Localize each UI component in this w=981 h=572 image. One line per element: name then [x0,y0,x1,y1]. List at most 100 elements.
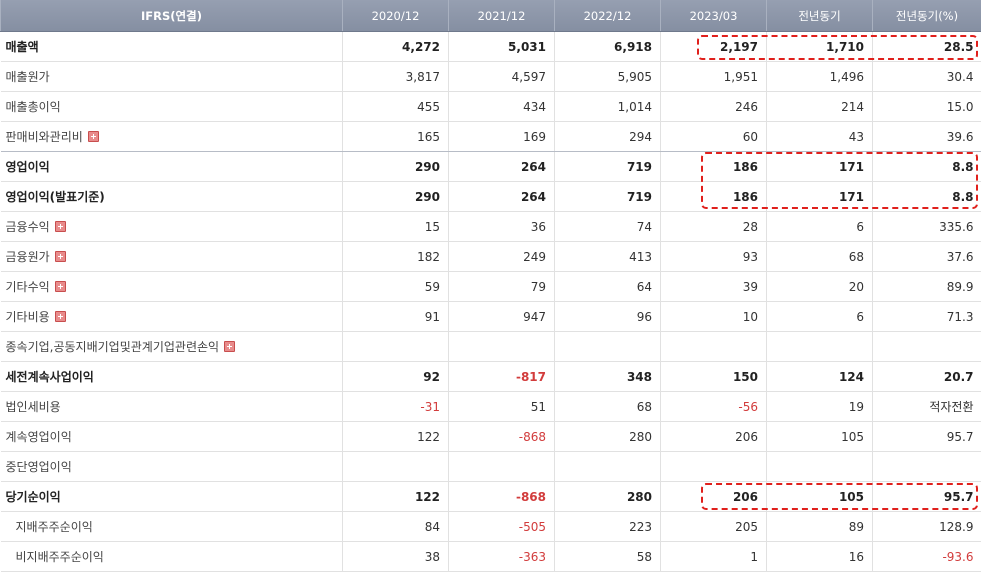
table-cell: 246 [660,91,767,122]
table-cell: 122 [342,421,449,452]
row-label-sga: 판매비와관리비 [0,121,343,152]
expand-plus-icon[interactable] [54,311,66,322]
row-label-other-income: 기타수익 [0,271,343,302]
row-label-text: 금융원가 [5,250,50,264]
expand-plus-icon[interactable] [224,341,236,352]
table-cell: 434 [448,91,555,122]
table-cell: 280 [554,421,661,452]
table-cell: 적자전환 [872,391,981,422]
table-cell: 68 [554,391,661,422]
row-label-revenue: 매출액 [0,31,343,62]
table-row: 금융수익 15 36 74 28 6 335.6 [0,211,981,242]
table-cell: 64 [554,271,661,302]
expand-plus-icon[interactable] [54,251,66,262]
table-cell: 264 [448,181,555,212]
table-cell: -56 [660,391,767,422]
table-cell: 5,905 [554,61,661,92]
table-cell: 3,817 [342,61,449,92]
table-cell: 92 [342,361,449,392]
table-row: 매출원가 3,817 4,597 5,905 1,951 1,496 30.4 [0,61,981,92]
highlight-box-net-income [701,483,978,510]
table-cell: 182 [342,241,449,272]
table-cell: 4,272 [342,31,449,62]
table-cell: 43 [766,121,873,152]
table-cell: 10 [660,301,767,332]
table-cell: 105 [766,421,873,452]
table-cell [766,451,873,482]
expand-plus-icon[interactable] [54,221,66,232]
table-cell: 165 [342,121,449,152]
header-2023-03: 2023/03 [660,0,767,32]
table-cell: 93 [660,241,767,272]
table-cell: 58 [554,541,661,572]
row-label-controlling-net-income: 지배주주순이익 [0,511,343,542]
expand-plus-icon[interactable] [54,281,66,292]
table-cell: 39.6 [872,121,981,152]
table-cell [872,331,981,362]
table-cell: 96 [554,301,661,332]
table-cell: 89 [766,511,873,542]
table-cell: 79 [448,271,555,302]
table-row: 매출총이익 455 434 1,014 246 214 15.0 [0,91,981,122]
row-label-text: 금융수익 [5,220,50,234]
table-cell: 60 [660,121,767,152]
table-cell: 19 [766,391,873,422]
header-2020-12: 2020/12 [342,0,449,32]
table-cell: 20 [766,271,873,302]
table-cell: 214 [766,91,873,122]
table-row: 중단영업이익 [0,451,981,482]
row-label-text: 판매비와관리비 [5,130,83,144]
row-label-continuing-ops: 계속영업이익 [0,421,343,452]
table-row: 종속기업,공동지배기업및관계기업관련손익 [0,331,981,362]
table-cell: 15 [342,211,449,242]
table-cell: -868 [448,481,555,512]
table-cell: 15.0 [872,91,981,122]
row-label-equity-method: 종속기업,공동지배기업및관계기업관련손익 [0,331,343,362]
header-2021-12: 2021/12 [448,0,555,32]
table-cell [660,451,767,482]
table-cell: 205 [660,511,767,542]
table-row: 계속영업이익 122 -868 280 206 105 95.7 [0,421,981,452]
table-cell [766,331,873,362]
table-cell [660,331,767,362]
table-cell: 68 [766,241,873,272]
highlight-box-revenue [697,35,978,60]
table-cell: 249 [448,241,555,272]
table-row: 지배주주순이익 84 -505 223 205 89 128.9 [0,511,981,542]
table-cell: 36 [448,211,555,242]
table-cell: 348 [554,361,661,392]
table-cell: -868 [448,421,555,452]
row-label-text: 기타비용 [5,310,50,324]
table-cell: 1 [660,541,767,572]
table-cell: 4,597 [448,61,555,92]
table-row: 기타수익 59 79 64 39 20 89.9 [0,271,981,302]
expand-plus-icon[interactable] [87,131,99,142]
table-cell: 39 [660,271,767,302]
table-cell: 719 [554,151,661,182]
table-cell [342,331,449,362]
table-cell: 206 [660,421,767,452]
table-cell: 335.6 [872,211,981,242]
row-label-income-tax: 법인세비용 [0,391,343,422]
row-label-operating-income: 영업이익 [0,151,343,182]
table-cell: -505 [448,511,555,542]
table-cell: 1,951 [660,61,767,92]
table-cell: -817 [448,361,555,392]
table-row: 기타비용 91 947 96 10 6 71.3 [0,301,981,332]
table-cell: 30.4 [872,61,981,92]
table-cell: 71.3 [872,301,981,332]
header-2022-12: 2022/12 [554,0,661,32]
table-cell: 290 [342,181,449,212]
row-label-noncontrolling-net-income: 비지배주주순이익 [0,541,343,572]
table-cell: 91 [342,301,449,332]
table-cell: 16 [766,541,873,572]
table-cell: 89.9 [872,271,981,302]
table-cell: 59 [342,271,449,302]
table-cell: 122 [342,481,449,512]
table-cell: 280 [554,481,661,512]
row-label-text: 종속기업,공동지배기업및관계기업관련손익 [5,340,220,354]
row-label-other-expense: 기타비용 [0,301,343,332]
row-label-gross-profit: 매출총이익 [0,91,343,122]
table-cell: 6 [766,211,873,242]
table-cell: 455 [342,91,449,122]
